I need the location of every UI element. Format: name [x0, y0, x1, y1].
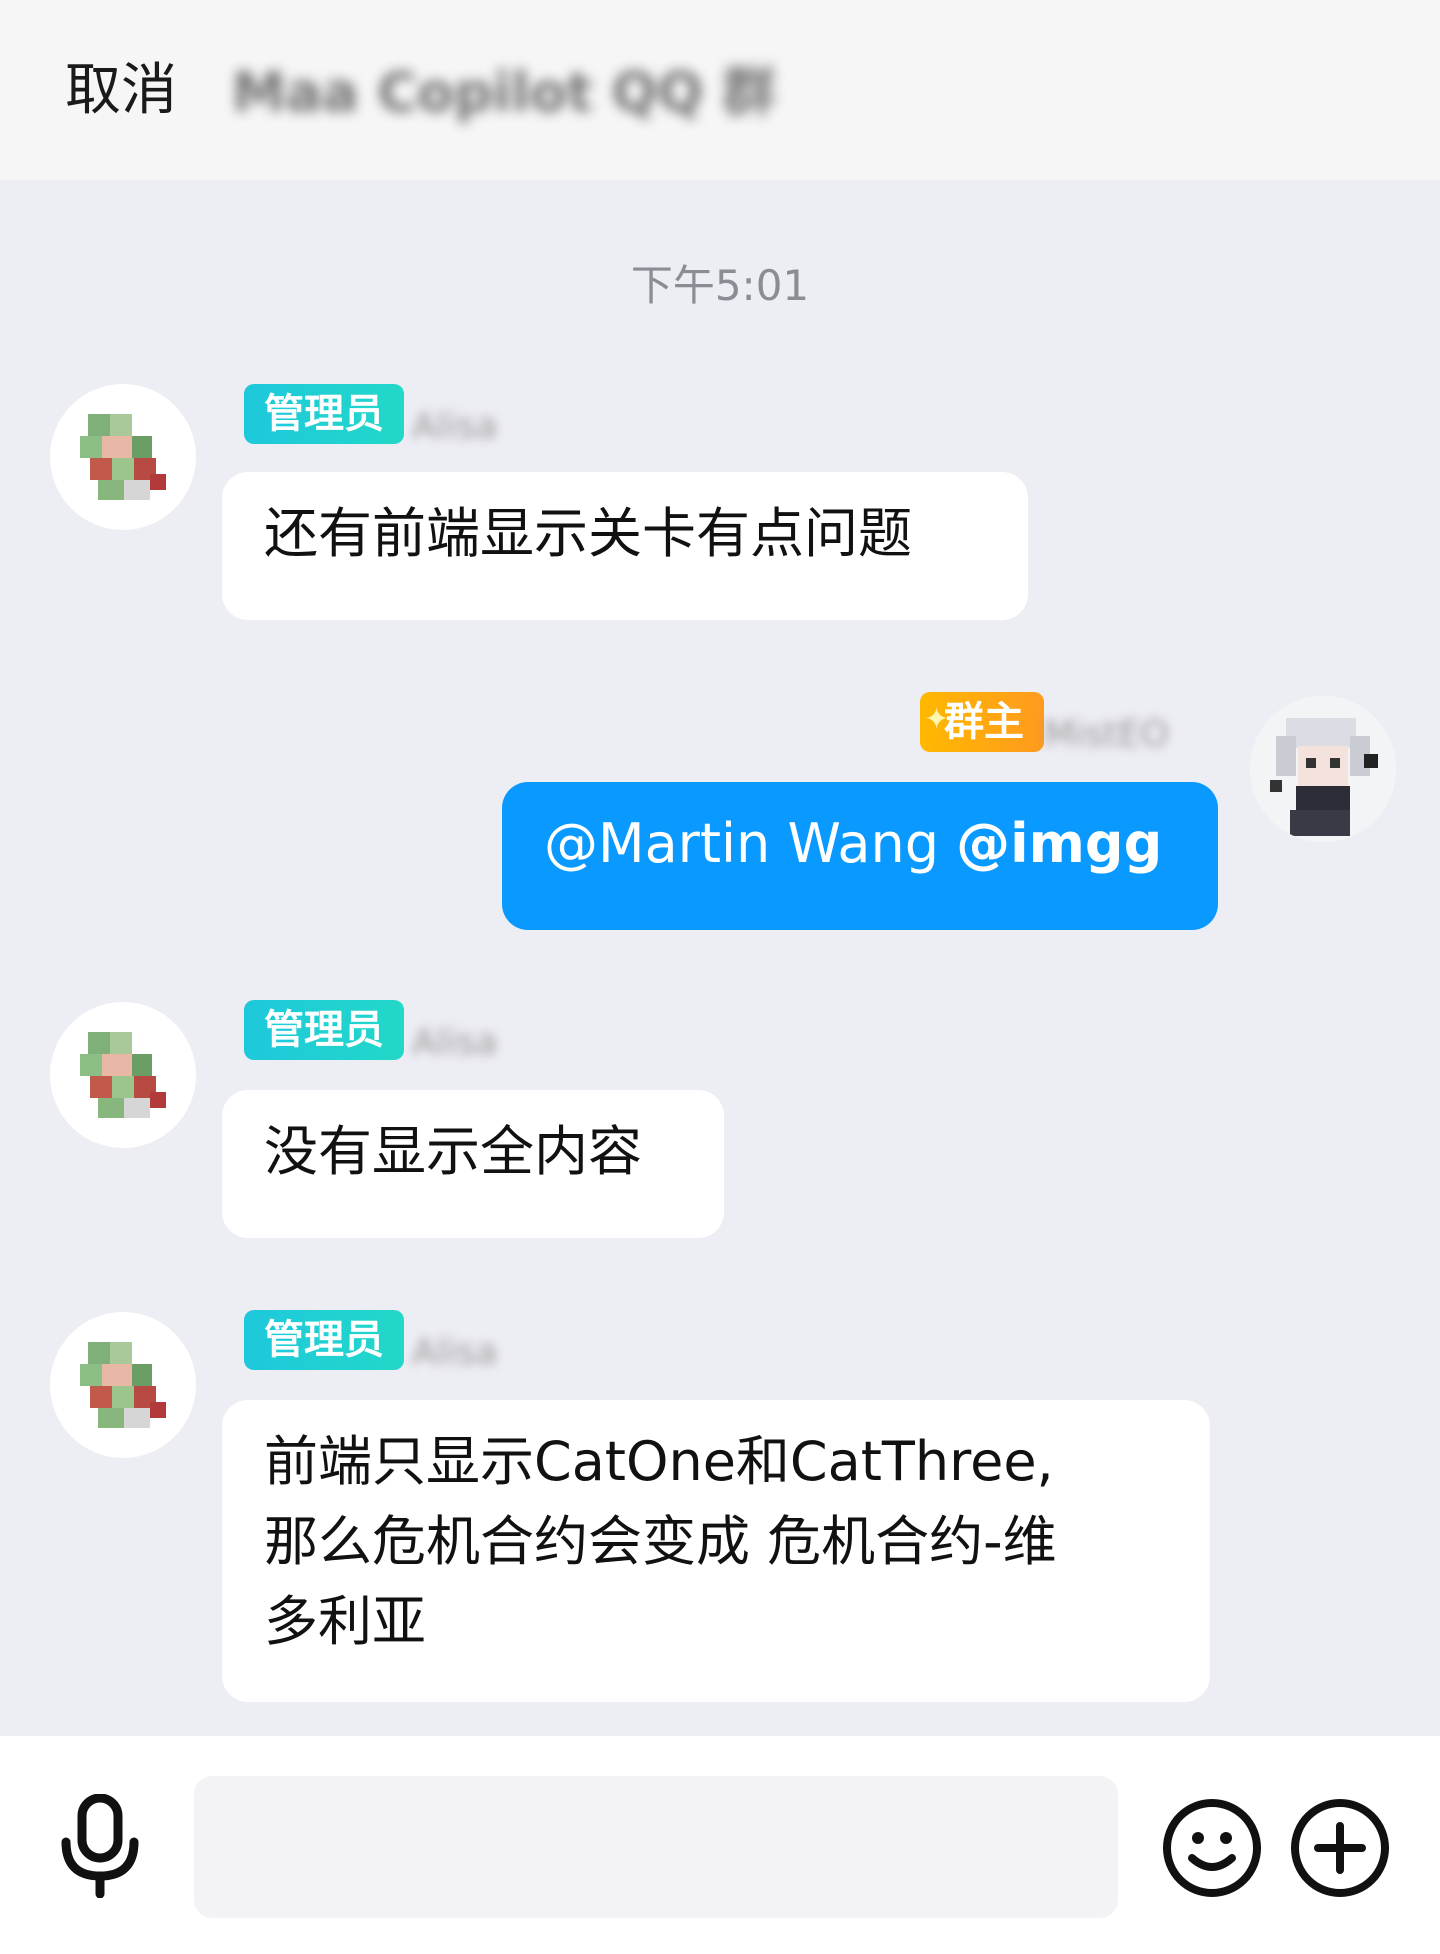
avatar[interactable] [50, 1312, 196, 1458]
message-text-line: 前端只显示CatOne和CatThree, [264, 1430, 1054, 1493]
message-bubble[interactable]: 没有显示全内容 [222, 1090, 724, 1238]
admin-badge: 管理员 [244, 1310, 404, 1370]
sender-nickname: Alisa [412, 406, 498, 447]
mention-martin[interactable]: @Martin Wang [544, 812, 956, 875]
group-title: Maa Copilot QQ 群 [232, 61, 777, 124]
message-timestamp: 下午5:01 [630, 261, 810, 310]
owner-badge: ✦ 群主 [920, 692, 1044, 752]
message-bubble[interactable]: 还有前端显示关卡有点问题 [222, 472, 1028, 620]
sender-nickname: Alisa [412, 1022, 498, 1063]
message-bubble-self[interactable]: @Martin Wang @imgg [502, 782, 1218, 930]
composer-bar [0, 1736, 1440, 1954]
sparkle-icon: ✦ [924, 702, 950, 737]
avatar[interactable] [50, 384, 196, 530]
admin-badge: 管理员 [244, 1000, 404, 1060]
sender-nickname: MistEO [1044, 714, 1170, 755]
chat-area[interactable]: 下午5:01 管理员 Alisa 还有前端显示关卡有点问题 ✦ 群主 MistE… [0, 180, 1440, 1736]
emoji-icon[interactable] [1160, 1796, 1264, 1900]
message-input[interactable] [194, 1776, 1118, 1918]
message-text-line: 那么危机合约会变成 危机合约-维 [264, 1510, 1057, 1573]
message-text: 还有前端显示关卡有点问题 [264, 502, 912, 565]
microphone-icon[interactable] [58, 1794, 142, 1898]
message-bubble[interactable]: 前端只显示CatOne和CatThree, 那么危机合约会变成 危机合约-维 多… [222, 1400, 1210, 1702]
message-text-line: 多利亚 [264, 1590, 426, 1653]
mention-imgg[interactable]: @imgg [956, 812, 1162, 875]
top-bar: 取消 Maa Copilot QQ 群 [0, 0, 1440, 180]
admin-badge: 管理员 [244, 384, 404, 444]
pixel-avatar-icon [1250, 696, 1396, 842]
cancel-button[interactable]: 取消 [65, 56, 177, 126]
avatar[interactable] [1250, 696, 1396, 842]
plus-icon[interactable] [1288, 1796, 1392, 1900]
pixel-avatar-icon [80, 1342, 166, 1428]
sender-nickname: Alisa [412, 1332, 498, 1373]
message-text: 没有显示全内容 [264, 1120, 642, 1183]
pixel-avatar-icon [80, 1032, 166, 1118]
pixel-avatar-icon [80, 414, 166, 500]
avatar[interactable] [50, 1002, 196, 1148]
